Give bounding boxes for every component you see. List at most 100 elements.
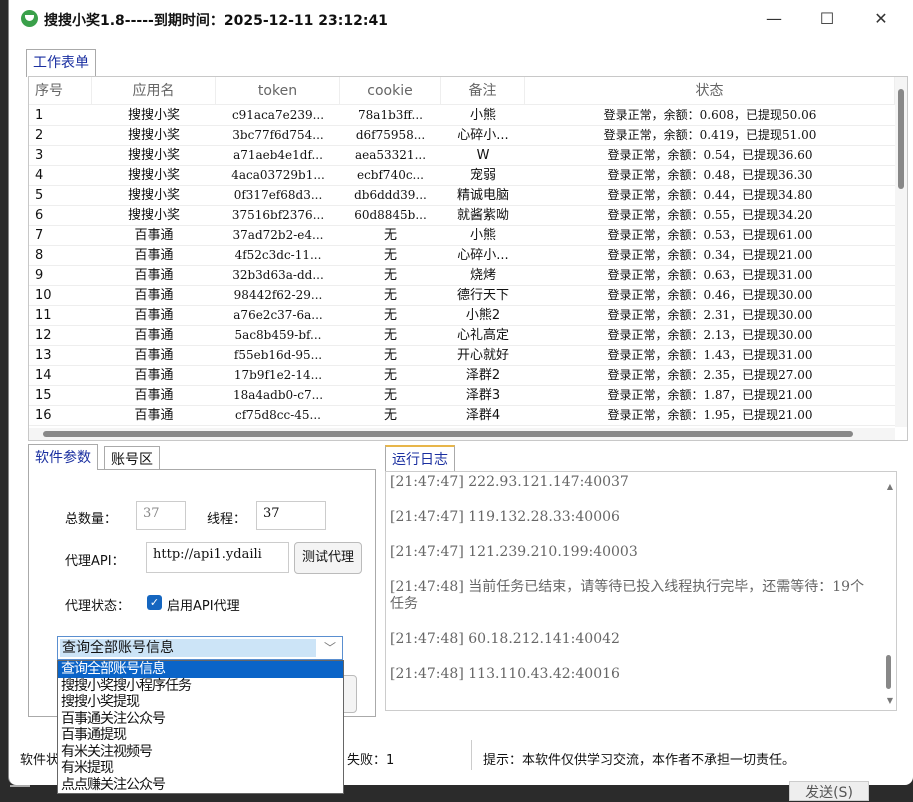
row-cookie: 无 xyxy=(383,368,397,383)
total-field[interactable]: 37 xyxy=(136,501,186,530)
row-app: 百事通 xyxy=(134,368,174,383)
table-row[interactable]: 14 百事通 17b9f1e2-14... 无 泽群2 登录正常，余额：2.35，已提现2… xyxy=(29,366,895,386)
threads-field[interactable]: 37 xyxy=(256,501,326,530)
chevron-down-icon[interactable]: ﹀ xyxy=(324,639,336,656)
task-select[interactable]: 查询全部账号信息 ﹀ xyxy=(57,636,343,660)
col-status[interactable]: 状态 xyxy=(525,77,895,104)
tab-work-sheet[interactable]: 工作表单 xyxy=(26,49,96,77)
row-index: 4 xyxy=(35,168,44,183)
row-cookie: d6f75958... xyxy=(355,128,426,142)
close-button[interactable]: ✕ xyxy=(861,6,901,32)
row-app: 百事通 xyxy=(134,308,174,323)
table-row[interactable]: 13 百事通 f55eb16d-95... 无 开心就好 登录正常，余额：1.43，已提现… xyxy=(29,346,895,366)
accounts-table: 序号 应用名 token cookie 备注 状态 1 搜搜小奖 c91aca7e2… xyxy=(28,76,908,441)
table-row[interactable]: 6 搜搜小奖 37516bf2376... 60d8845b... 就酱紫呦 登录正常，余… xyxy=(29,206,895,226)
scroll-thumb[interactable] xyxy=(898,89,904,189)
table-row[interactable]: 8 百事通 4f52c3dc-11... 无 心碎小... 登录正常，余额：0.34，已提… xyxy=(29,246,895,266)
task-option[interactable]: 查询全部账号信息 xyxy=(58,661,343,678)
app-logo-icon xyxy=(21,10,38,27)
tab-software-params[interactable]: 软件参数 xyxy=(28,444,98,470)
table-row[interactable]: 3 搜搜小奖 a71aeb4e1df... aea53321... W 登录正常，余额：0… xyxy=(29,146,895,166)
row-note: W xyxy=(476,148,490,163)
row-status: 登录正常，余额：0.419，已提现51.00 xyxy=(603,128,817,142)
row-note: 就酱紫呦 xyxy=(456,208,509,223)
row-token: a76e2c37-6a... xyxy=(233,308,323,322)
row-app: 百事通 xyxy=(134,348,174,363)
row-app: 搜搜小奖 xyxy=(127,128,180,143)
row-status: 登录正常，余额：0.44，已提现34.80 xyxy=(607,188,813,202)
row-status: 登录正常，余额：2.35，已提现27.00 xyxy=(607,368,813,382)
table-row[interactable]: 7 百事通 37ad72b2-e4... 无 小熊 登录正常，余额：0.53，已提现61.… xyxy=(29,226,895,246)
log-line: [21:47:47] 222.93.121.147:40037 xyxy=(390,474,629,490)
task-option[interactable]: 有米关注视频号 xyxy=(58,744,343,761)
task-option[interactable]: 搜搜小奖提现 xyxy=(58,694,343,711)
row-cookie: 无 xyxy=(383,228,397,243)
table-row[interactable]: 2 搜搜小奖 3bc77f6d754... d6f75958... 心碎小... 登录正常… xyxy=(29,126,895,146)
row-app: 百事通 xyxy=(134,288,174,303)
table-row[interactable]: 5 搜搜小奖 0f317ef68d3... db6ddd39... 精诚电脑 登录正常，余… xyxy=(29,186,895,206)
row-status: 登录正常，余额：2.13，已提现30.00 xyxy=(607,328,813,342)
row-note: 德行天下 xyxy=(456,288,509,303)
task-select-value: 查询全部账号信息 xyxy=(60,639,316,657)
table-row[interactable]: 4 搜搜小奖 4aca03729b1... ecbf740c... 宠弱 登录正常，余额：… xyxy=(29,166,895,186)
task-dropdown-list: 查询全部账号信息 搜搜小奖搜小程序任务 搜搜小奖提现 百事通关注公众号 百事通提现 有米关… xyxy=(57,660,344,794)
disclaimer: 提示：本软件仅供学习交流，本作者不承担一切责任。 xyxy=(483,753,796,768)
fail-count: 失败：1 xyxy=(347,753,395,768)
table-row[interactable]: 12 百事通 5ac8b459-bf... 无 心礼高定 登录正常，余额：2.13，已提现… xyxy=(29,326,895,346)
table-header: 序号 应用名 token cookie 备注 状态 xyxy=(29,77,895,105)
col-token[interactable]: token xyxy=(216,77,340,104)
row-index: 5 xyxy=(35,188,44,203)
row-cookie: 无 xyxy=(383,328,397,343)
divider xyxy=(471,740,472,770)
log-scroll-thumb[interactable] xyxy=(886,655,891,689)
row-note: 心礼高定 xyxy=(456,328,509,343)
tab-run-log[interactable]: 运行日志 xyxy=(385,445,455,472)
row-app: 百事通 xyxy=(134,328,174,343)
tab-account-area[interactable]: 账号区 xyxy=(104,446,160,470)
row-cookie: 60d8845b... xyxy=(354,208,427,222)
table-row[interactable]: 9 百事通 32b3d63a-dd... 无 烧烤 登录正常，余额：0.63，已提现31.… xyxy=(29,266,895,286)
col-index[interactable]: 序号 xyxy=(29,77,92,104)
table-row[interactable]: 1 搜搜小奖 c91aca7e239... 78a1b3ff... 小熊 登录正常，余额：… xyxy=(29,106,895,126)
scroll-down-icon[interactable]: ▼ xyxy=(887,696,893,705)
task-option[interactable]: 有米提现 xyxy=(58,760,343,777)
scroll-up-icon[interactable]: ▲ xyxy=(887,482,893,491)
col-app[interactable]: 应用名 xyxy=(92,77,216,104)
row-note: 开心就好 xyxy=(456,348,509,363)
task-option[interactable]: 点点赚关注公众号 xyxy=(58,777,343,794)
row-cookie: 无 xyxy=(383,388,397,403)
row-cookie: 78a1b3ff... xyxy=(358,108,423,122)
test-proxy-button[interactable]: 测试代理 xyxy=(294,542,362,574)
table-row[interactable]: 16 百事通 cf75d8cc-45... 无 泽群4 登录正常，余额：1.95，已提现2… xyxy=(29,406,895,426)
maximize-button[interactable]: ☐ xyxy=(807,6,847,32)
proxy-status-label: 代理状态： xyxy=(65,599,131,614)
col-note[interactable]: 备注 xyxy=(441,77,525,104)
enable-proxy-checkbox[interactable]: ✓ xyxy=(147,595,162,610)
row-index: 15 xyxy=(35,388,52,403)
table-row[interactable]: 11 百事通 a76e2c37-6a... 无 小熊2 登录正常，余额：2.31，已提现3… xyxy=(29,306,895,326)
row-note: 小熊 xyxy=(469,108,496,123)
row-app: 百事通 xyxy=(134,268,174,283)
row-status: 登录正常，余额：1.43，已提现31.00 xyxy=(607,348,813,362)
task-option[interactable]: 搜搜小奖搜小程序任务 xyxy=(58,678,343,695)
table-row[interactable]: 15 百事通 18a4adb0-c7... 无 泽群3 登录正常，余额：1.87，已提现2… xyxy=(29,386,895,406)
proxy-api-field[interactable]: http://api1.ydaili xyxy=(146,542,289,573)
task-option[interactable]: 百事通关注公众号 xyxy=(58,711,343,728)
send-button[interactable]: 发送(S) xyxy=(789,781,869,801)
horizontal-scrollbar[interactable] xyxy=(29,428,895,440)
row-index: 8 xyxy=(35,248,44,263)
vertical-scrollbar[interactable] xyxy=(895,77,907,427)
col-cookie[interactable]: cookie xyxy=(340,77,441,104)
window-title: 搜搜小奖1.8-----到期时间：2025-12-11 23:12:41 xyxy=(44,13,388,29)
task-option[interactable]: 百事通提现 xyxy=(58,727,343,744)
row-cookie: ecbf740c... xyxy=(356,168,424,182)
row-note: 小熊2 xyxy=(465,308,501,323)
table-row[interactable]: 10 百事通 98442f62-29... 无 德行天下 登录正常，余额：0.46，已提现… xyxy=(29,286,895,306)
minimize-button[interactable]: — xyxy=(754,6,794,32)
row-token: 98442f62-29... xyxy=(233,288,323,302)
row-note: 泽群4 xyxy=(465,408,501,423)
total-label: 总数量： xyxy=(65,512,118,527)
scroll-thumb[interactable] xyxy=(43,431,853,437)
row-token: 5ac8b459-bf... xyxy=(234,328,322,342)
log-line: [21:47:47] 119.132.28.33:40006 xyxy=(390,509,620,525)
